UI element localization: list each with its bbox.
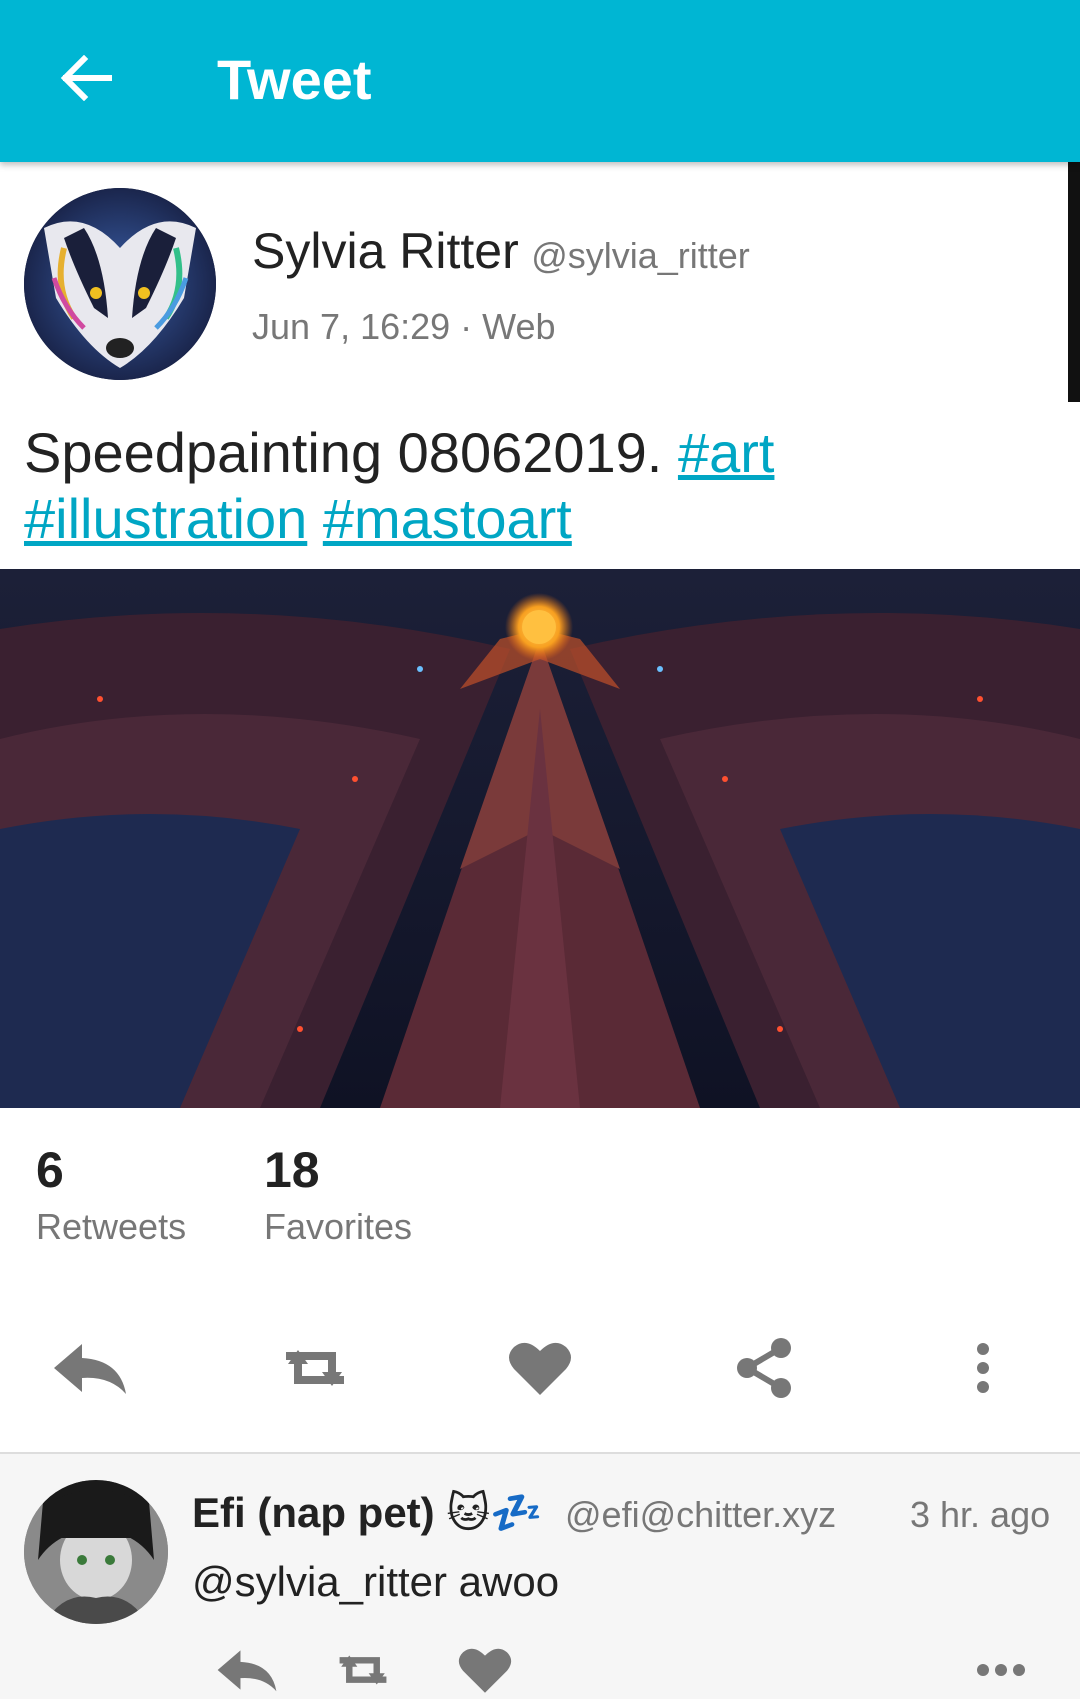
- retweets-label: Retweets: [36, 1206, 187, 1247]
- heart-icon: [458, 1645, 512, 1700]
- author-avatar[interactable]: [24, 188, 216, 380]
- reply-item[interactable]: Efi (nap pet) 🐱💤 @efi@chitter.xyz 3 hr. …: [0, 1454, 1080, 1699]
- tweet-text: Speedpainting 08062019. #art #illustrati…: [24, 420, 1054, 552]
- reply-time: 3 hr. ago: [910, 1494, 1051, 1535]
- favorites-stat[interactable]: 18 Favorites: [264, 1140, 412, 1248]
- tweet-meta: Jun 7, 16:29 · Web: [252, 306, 556, 347]
- reply-reply-button[interactable]: [212, 1637, 282, 1707]
- author-line: Sylvia Ritter @sylvia_ritter: [252, 222, 750, 280]
- reply-author-handle[interactable]: @efi@chitter.xyz: [565, 1494, 836, 1536]
- favorite-button[interactable]: [495, 1325, 585, 1415]
- reply-icon: [52, 1340, 128, 1401]
- retweet-icon: [276, 1342, 354, 1399]
- tweet-image[interactable]: [0, 569, 1080, 1108]
- heart-icon: [508, 1339, 572, 1402]
- reply-author-name[interactable]: Efi (nap pet) 🐱💤: [192, 1488, 542, 1538]
- reply-avatar[interactable]: [24, 1480, 168, 1624]
- favorites-label: Favorites: [264, 1206, 413, 1247]
- retweet-icon: [331, 1649, 395, 1696]
- retweets-stat[interactable]: 6 Retweets: [36, 1140, 186, 1248]
- retweets-count: 6: [36, 1142, 64, 1198]
- reply-author-name-text: Efi (nap pet): [192, 1489, 435, 1536]
- back-button[interactable]: [46, 44, 126, 116]
- reply-retweet-button[interactable]: [328, 1637, 398, 1707]
- retweet-button[interactable]: [270, 1325, 360, 1415]
- author-name[interactable]: Sylvia Ritter: [252, 223, 519, 279]
- hashtag-illustration[interactable]: #illustration: [24, 487, 307, 550]
- reply-more-button[interactable]: [966, 1637, 1036, 1707]
- favorites-count: 18: [264, 1142, 320, 1198]
- share-icon: [735, 1336, 795, 1405]
- reply-author-emoji: 🐱💤: [446, 1488, 543, 1537]
- more-options-button[interactable]: [938, 1325, 1028, 1415]
- more-horiz-icon: [976, 1663, 1026, 1682]
- reply-favorite-button[interactable]: [450, 1637, 520, 1707]
- reply-icon: [216, 1647, 278, 1698]
- app-bar: Tweet: [0, 0, 1080, 162]
- author-handle[interactable]: @sylvia_ritter: [531, 235, 750, 276]
- share-button[interactable]: [720, 1325, 810, 1415]
- reply-button[interactable]: [45, 1325, 135, 1415]
- tweet-actions: [0, 1325, 1080, 1415]
- hashtag-art[interactable]: #art: [678, 421, 775, 484]
- arrow-left-icon: [60, 54, 113, 106]
- page-title: Tweet: [217, 48, 372, 111]
- scrollbar[interactable]: [1068, 162, 1080, 402]
- reply-text: @sylvia_ritter awoo: [192, 1558, 560, 1605]
- hashtag-mastoart[interactable]: #mastoart: [323, 487, 572, 550]
- tweet-body: Speedpainting 08062019.: [24, 421, 663, 484]
- more-vert-icon: [975, 1342, 991, 1398]
